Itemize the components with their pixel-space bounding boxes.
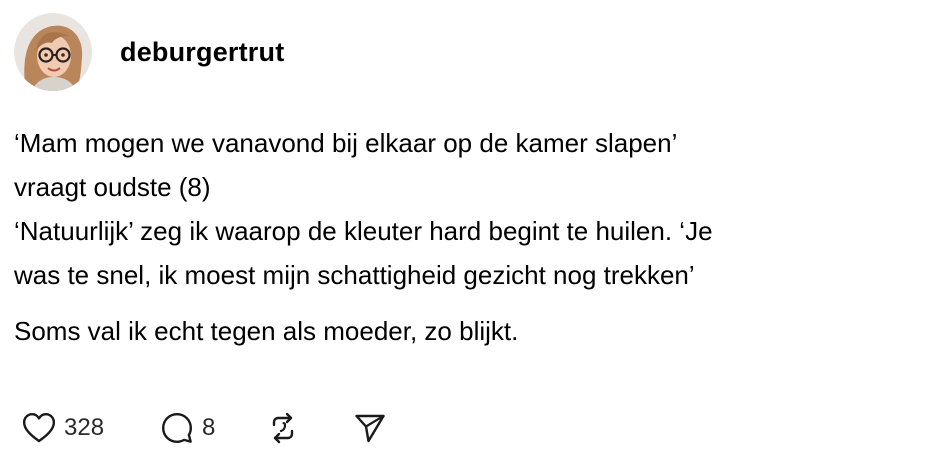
post-text-line: ‘Natuurlijk’ zeg ik waarop de kleuter ha… — [14, 216, 713, 246]
heart-icon — [22, 413, 56, 443]
post-body: ‘Mam mogen we vanavond bij elkaar op de … — [14, 121, 934, 353]
post-text-line: vraagt oudste (8) — [14, 172, 211, 202]
avatar[interactable] — [14, 13, 92, 91]
post-paragraph: ‘Mam mogen we vanavond bij elkaar op de … — [14, 121, 934, 297]
repost-button[interactable] — [265, 410, 301, 446]
reply-count: 8 — [202, 414, 216, 441]
post-paragraph: Soms val ik echt tegen als moeder, zo bl… — [14, 309, 934, 353]
comment-icon — [162, 413, 193, 443]
send-icon — [355, 414, 386, 443]
repost-icon — [273, 412, 294, 444]
like-count: 328 — [64, 414, 105, 441]
post: deburgertrut ‘Mam mogen we vanavond bij … — [0, 0, 942, 468]
like-button[interactable]: 328 — [22, 412, 104, 444]
post-header: deburgertrut — [14, 12, 284, 92]
reply-button[interactable]: 8 — [160, 411, 215, 445]
share-button[interactable] — [353, 411, 387, 445]
action-bar: 328 8 — [22, 408, 387, 448]
post-text-line: ‘Mam mogen we vanavond bij elkaar op de … — [14, 128, 678, 158]
username[interactable]: deburgertrut — [120, 37, 284, 68]
post-text-line: Soms val ik echt tegen als moeder, zo bl… — [14, 316, 519, 346]
post-text-line: was te snel, ik moest mijn schattigheid … — [14, 260, 695, 290]
